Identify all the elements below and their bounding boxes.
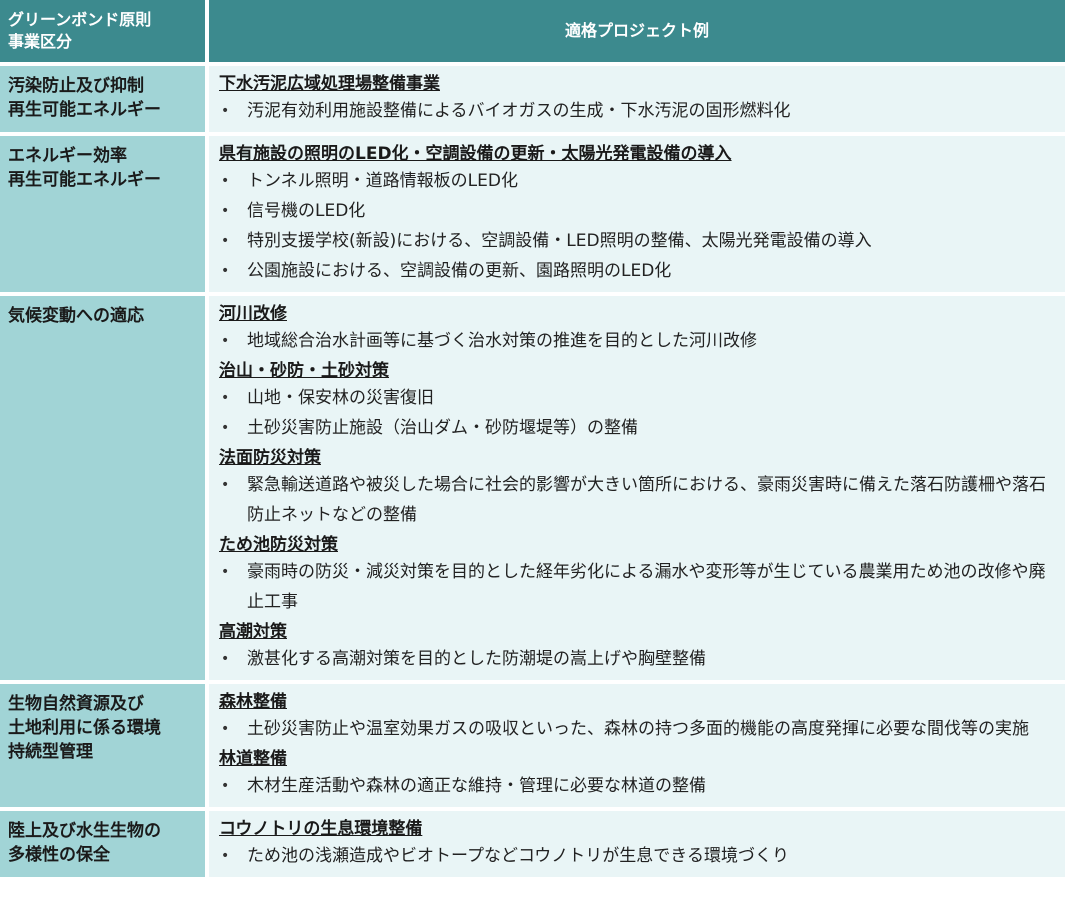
category-label-line: 持続型管理 [8,742,93,762]
bullet-icon: • [221,233,230,249]
bullet-icon: • [221,721,230,737]
table-header-row: グリーンボンド原則 事業区分 適格プロジェクト例 [0,0,1065,66]
project-item: • トンネル照明・道路情報板のLED化 [219,166,1065,196]
project-item: • ため池の浅瀬造成やビオトープなどコウノトリが生息できる環境づくり [219,841,1065,871]
project-title: 高潮対策 [219,622,287,642]
category-label-line: 再生可能エネルギー [8,100,161,120]
bullet-icon: • [221,390,230,406]
project-item: • 地域総合治水計画等に基づく治水対策の推進を目的とした河川改修 [219,326,1065,356]
project-item: • 汚泥有効利用施設整備によるバイオガスの生成・下水汚泥の固形燃料化 [219,96,1065,126]
project-title: 河川改修 [219,304,287,324]
header-projects: 適格プロジェクト例 [209,0,1065,66]
bullet-icon: • [221,778,230,794]
table-row: 陸上及び水生生物の 多様性の保全 コウノトリの生息環境整備 • ため池の浅瀬造成やビオト… [0,811,1065,877]
category-label-line: 陸上及び水生生物の [8,821,161,841]
project-item: • 豪雨時の防災・減災対策を目的とした経年劣化による漏水や変形等が生じている農業用… [219,557,1065,617]
bullet-icon: • [221,477,230,493]
green-bond-projects-table: グリーンボンド原則 事業区分 適格プロジェクト例 汚染防止及び抑制 再生可能エネル… [0,0,1065,877]
project-item: • 緊急輸送道路や被災した場合に社会的影響が大きい箇所における、豪雨災害時に備えた… [219,470,1065,530]
projects-cell: 森林整備 • 土砂災害防止や温室効果ガスの吸収といった、森林の持つ多面的機能の高度発… [209,684,1065,811]
project-title: 治山・砂防・土砂対策 [219,361,389,381]
project-item-text: 木材生産活動や森林の適正な維持・管理に必要な林道の整備 [247,776,706,796]
project-item: • 特別支援学校(新設)における、空調設備・LED照明の整備、太陽光発電設備の導入 [219,226,1065,256]
project-item: • 山地・保安林の災害復旧 [219,383,1065,413]
project-title: 森林整備 [219,692,287,712]
project-item: • 激甚化する高潮対策を目的とした防潮堤の嵩上げや胸壁整備 [219,644,1065,674]
header-category-line2: 事業区分 [8,32,73,51]
category-cell: エネルギー効率再生可能エネルギー [0,136,209,296]
bullet-icon: • [221,564,230,580]
table-row: 汚染防止及び抑制 再生可能エネルギー 下水汚泥広域処理場整備事業 • 汚泥有効利用施設整… [0,66,1065,136]
project-item-text: トンネル照明・道路情報板のLED化 [247,171,518,191]
table-row: 気候変動への適応 河川改修 • 地域総合治水計画等に基づく治水対策の推進を目的とした河… [0,296,1065,684]
project-title: 林道整備 [219,749,287,769]
category-cell: 汚染防止及び抑制 再生可能エネルギー [0,66,209,136]
bullet-icon: • [221,103,230,119]
bullet-icon: • [221,420,230,436]
project-item-text: 土砂災害防止施設（治山ダム・砂防堰堤等）の整備 [247,418,638,438]
projects-cell: コウノトリの生息環境整備 • ため池の浅瀬造成やビオトープなどコウノトリが生息できる… [209,811,1065,877]
project-title: 法面防災対策 [219,448,321,468]
table-row: エネルギー効率 再生可能エネルギー 県有施設の照明のLED化・空調設備の更新・太陽光… [0,136,1065,296]
project-title: コウノトリの生息環境整備 [219,819,423,839]
project-item: • 土砂災害防止や温室効果ガスの吸収といった、森林の持つ多面的機能の高度発揮に必要… [219,714,1065,744]
category-label-line: 生物自然資源及び [8,694,144,714]
header-category: グリーンボンド原則 事業区分 [0,0,209,66]
project-item: • 土砂災害防止施設（治山ダム・砂防堰堤等）の整備 [219,413,1065,443]
bullet-icon: • [221,203,230,219]
category-label-line: 多様性の保全 [8,845,110,865]
bullet-icon: • [221,263,230,279]
category-label-line: エネルギー効率 [8,146,127,166]
project-item-text: 激甚化する高潮対策を目的とした防潮堤の嵩上げや胸壁整備 [247,649,706,669]
project-item-text: 豪雨時の防災・減災対策を目的とした経年劣化による漏水や変形等が生じている農業用た… [247,562,1046,612]
project-item: • 信号機のLED化 [219,196,1065,226]
project-item: • 公園施設における、空調設備の更新、園路照明のLED化 [219,256,1065,286]
bullet-icon: • [221,651,230,667]
project-item-text: 信号機のLED化 [247,201,366,221]
category-label-line: 汚染防止及び抑制 [8,76,144,96]
project-title: 下水汚泥広域処理場整備事業 [219,74,440,94]
project-item: • 木材生産活動や森林の適正な維持・管理に必要な林道の整備 [219,771,1065,801]
header-category-line1: グリーンボンド原則 [8,10,152,29]
projects-cell: 県有施設の照明のLED化・空調設備の更新・太陽光発電設備の導入 • トンネル照明・道… [209,136,1065,296]
category-cell: 陸上及び水生生物の 多様性の保全 [0,811,209,877]
category-cell: 気候変動への適応 [0,296,209,684]
category-label-line: 土地利用に係る環境 [8,718,161,738]
project-item-text: ため池の浅瀬造成やビオトープなどコウノトリが生息できる環境づくり [247,846,789,866]
table-body: 汚染防止及び抑制 再生可能エネルギー 下水汚泥広域処理場整備事業 • 汚泥有効利用施設整… [0,66,1065,877]
projects-cell: 下水汚泥広域処理場整備事業 • 汚泥有効利用施設整備によるバイオガスの生成・下水汚泥… [209,66,1065,136]
project-item-text: 山地・保安林の災害復旧 [247,388,434,408]
project-item-text: 特別支援学校(新設)における、空調設備・LED照明の整備、太陽光発電設備の導入 [247,231,872,251]
table-row: 生物自然資源及び 土地利用に係る環境 持続型管理 森林整備 • 土砂災害防止や温室効果ガス… [0,684,1065,811]
project-item-text: 緊急輸送道路や被災した場合に社会的影響が大きい箇所における、豪雨災害時に備えた落… [247,475,1046,525]
project-title: ため池防災対策 [219,535,338,555]
category-label-line: 再生可能エネルギー [8,170,161,190]
category-cell: 生物自然資源及び 土地利用に係る環境 持続型管理 [0,684,209,811]
project-item-text: 土砂災害防止や温室効果ガスの吸収といった、森林の持つ多面的機能の高度発揮に必要な… [247,719,1029,739]
projects-cell: 河川改修 • 地域総合治水計画等に基づく治水対策の推進を目的とした河川改修治山・砂防… [209,296,1065,684]
project-item-text: 公園施設における、空調設備の更新、園路照明のLED化 [247,261,672,281]
project-title: 県有施設の照明のLED化・空調設備の更新・太陽光発電設備の導入 [219,144,732,164]
project-item-text: 汚泥有効利用施設整備によるバイオガスの生成・下水汚泥の固形燃料化 [247,101,791,121]
project-item-text: 地域総合治水計画等に基づく治水対策の推進を目的とした河川改修 [247,331,757,351]
bullet-icon: • [221,333,230,349]
bullet-icon: • [221,848,230,864]
category-label-line: 気候変動への適応 [8,306,144,326]
bullet-icon: • [221,173,230,189]
